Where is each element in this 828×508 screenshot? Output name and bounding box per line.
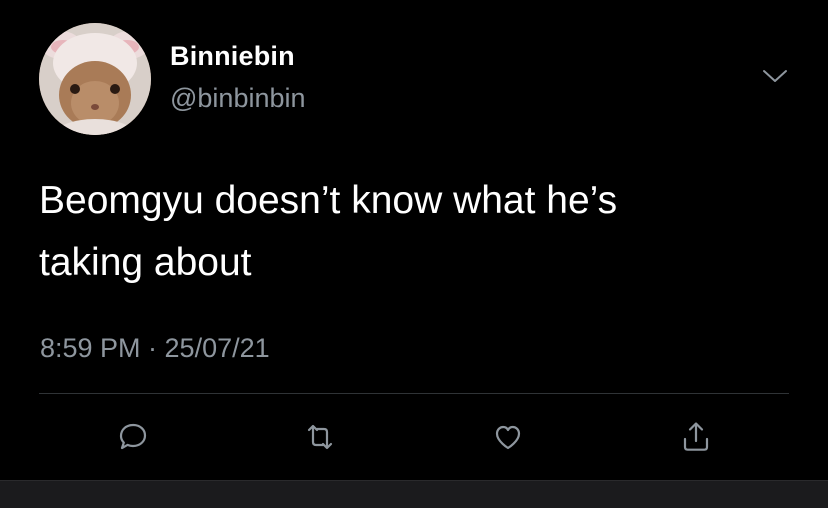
- display-name[interactable]: Binniebin: [170, 41, 295, 72]
- avatar[interactable]: [39, 23, 151, 135]
- retweet-icon: [307, 424, 333, 450]
- divider: [39, 393, 789, 394]
- tweet-timestamp[interactable]: 8:59 PM · 25/07/21: [40, 333, 270, 364]
- user-handle[interactable]: @binbinbin: [170, 83, 306, 114]
- like-button[interactable]: [488, 417, 528, 457]
- tweet-text: Beomgyu doesn’t know what he’s taking ab…: [39, 179, 618, 284]
- bunny-avatar-icon: [39, 23, 151, 135]
- chevron-down-icon[interactable]: [762, 66, 788, 86]
- retweet-button[interactable]: [300, 417, 340, 457]
- heart-icon: [495, 425, 521, 450]
- reply-button[interactable]: [113, 417, 153, 457]
- bottom-bar: [0, 480, 828, 508]
- tweet-card[interactable]: Binniebin @binbinbin Beomgyu doesn’t kno…: [0, 0, 828, 480]
- reply-icon: [119, 423, 147, 450]
- share-button[interactable]: [676, 417, 716, 457]
- share-icon: [683, 422, 709, 451]
